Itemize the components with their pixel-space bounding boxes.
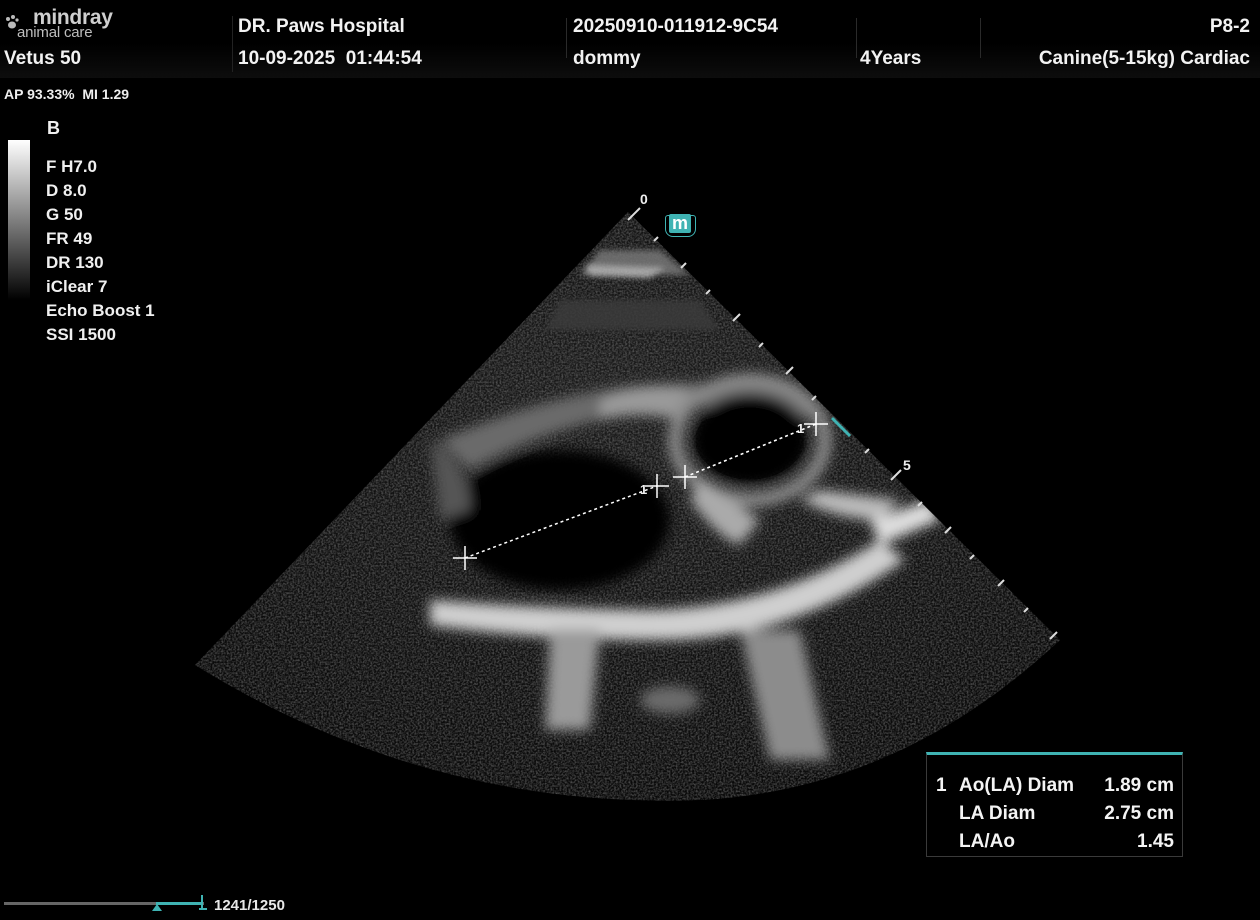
param-dynamic-range: DR 130 (46, 253, 104, 272)
param-frame-rate: FR 49 (46, 229, 93, 248)
param-gain: G 50 (46, 205, 83, 224)
measurement-value: 1.45 (1137, 831, 1174, 852)
measurement-results[interactable]: 1 Ao(LA) Diam 1.89 cm LA Diam 2.75 cm LA… (926, 752, 1183, 857)
depth-label-top: 0 (640, 191, 648, 207)
param-ssi: SSI 1500 (46, 325, 116, 344)
cine-end-handle-foot (198, 908, 207, 910)
cine-start-handle[interactable] (152, 904, 162, 911)
header-divider (566, 18, 567, 58)
brand-logo-sub: animal care (17, 24, 93, 41)
measurement-value: 2.75 cm (1104, 803, 1174, 824)
cine-frame-counter: 1241/1250 (214, 897, 285, 914)
patient-name: dommy (573, 48, 641, 69)
hospital-name: DR. Paws Hospital (238, 16, 405, 37)
header-divider (856, 18, 857, 58)
orientation-marker-icon: m (669, 214, 692, 233)
device-model: Vetus 50 (4, 48, 82, 69)
sector-image (195, 212, 1060, 801)
exam-datetime: 10-09-2025 01:44:54 (238, 48, 422, 69)
exam-preset: Canine(5-15kg) Cardiac (1038, 48, 1250, 69)
param-frequency: F H7.0 (46, 157, 98, 176)
imaging-params-list: F H7.0 D 8.0 G 50 FR 49 DR 130 iClear 7 … (46, 155, 155, 347)
acoustic-power-mi: AP 93.33% MI 1.29 (4, 86, 130, 102)
measurement-index: 1 (936, 775, 947, 796)
orientation-marker: m (665, 214, 696, 237)
patient-age: 4Years (860, 48, 922, 69)
depth-label-mid: 5 (903, 457, 911, 473)
measurement-label: Ao(LA) Diam (959, 775, 1075, 796)
header-divider (980, 18, 981, 58)
imaging-mode-label: B (47, 118, 60, 138)
caliper-label: 1 (797, 421, 805, 436)
caliper-label: 1 (640, 482, 648, 497)
measurement-row: 1 Ao(LA) Diam 1.89 cm (927, 771, 1182, 799)
measurement-row: LA/Ao 1.45 (927, 827, 1182, 855)
header-divider (232, 16, 233, 72)
param-depth: D 8.0 (46, 181, 87, 200)
measurement-label: LA Diam (959, 803, 1036, 824)
param-iclear: iClear 7 (46, 277, 108, 296)
grayscale-bar (8, 140, 30, 300)
probe-name: P8-2 (1209, 16, 1250, 37)
measurement-label: LA/Ao (959, 831, 1015, 852)
exam-id: 20250910-011912-9C54 (573, 16, 778, 37)
measurement-value: 1.89 cm (1104, 775, 1174, 796)
param-echo-boost: Echo Boost 1 (46, 301, 155, 320)
measurement-row: LA Diam 2.75 cm (927, 799, 1182, 827)
cine-progress-track[interactable] (4, 902, 204, 905)
cine-progress-range (156, 902, 203, 905)
